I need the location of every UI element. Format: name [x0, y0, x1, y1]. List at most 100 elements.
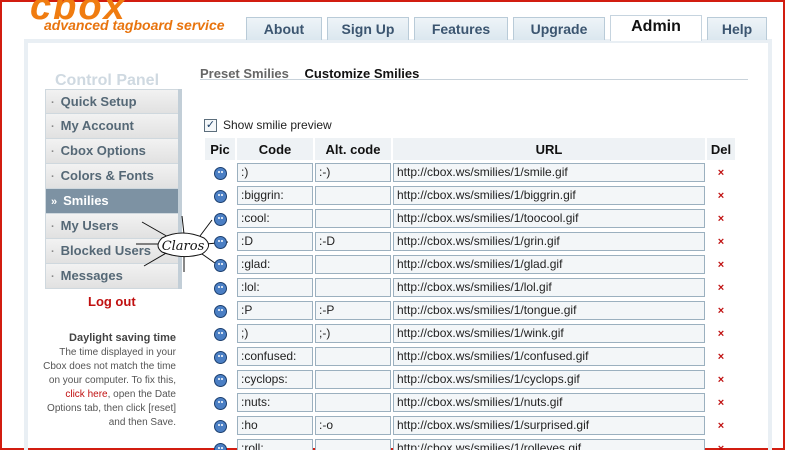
menu-item-quick-setup[interactable]: · Quick Setup — [45, 89, 179, 114]
alt-code-input[interactable] — [315, 439, 391, 450]
url-input[interactable]: http://cbox.ws/smilies/1/biggrin.gif — [393, 186, 705, 205]
url-input[interactable]: http://cbox.ws/smilies/1/nuts.gif — [393, 393, 705, 412]
url-input[interactable]: http://cbox.ws/smilies/1/rolleyes.gif — [393, 439, 705, 450]
alt-code-cell — [315, 369, 391, 390]
smiley-icon — [213, 166, 227, 180]
pic-cell — [205, 162, 235, 183]
alt-code-cell — [315, 438, 391, 450]
delete-icon[interactable]: × — [707, 162, 735, 183]
tab-features[interactable]: Features — [414, 17, 508, 40]
delete-icon[interactable]: × — [707, 277, 735, 298]
alt-code-input[interactable]: ;-) — [315, 324, 391, 343]
code-input[interactable]: :glad: — [237, 255, 313, 274]
alt-code-input[interactable] — [315, 255, 391, 274]
url-cell: http://cbox.ws/smilies/1/glad.gif — [393, 254, 705, 275]
table-row: :cyclops: http://cbox.ws/smilies/1/cyclop… — [205, 369, 735, 390]
url-input[interactable]: http://cbox.ws/smilies/1/tongue.gif — [393, 301, 705, 320]
url-input[interactable]: http://cbox.ws/smilies/1/confused.gif — [393, 347, 705, 366]
code-input[interactable]: :roll: — [237, 439, 313, 450]
bullet-icon: · — [51, 121, 55, 133]
menu-item-label: My Users — [60, 218, 119, 233]
code-input[interactable]: :) — [237, 163, 313, 182]
delete-icon[interactable]: × — [707, 369, 735, 390]
code-input[interactable]: :cyclops: — [237, 370, 313, 389]
code-input[interactable]: :P — [237, 301, 313, 320]
code-input[interactable]: :confused: — [237, 347, 313, 366]
delete-icon[interactable]: × — [707, 300, 735, 321]
alt-code-input[interactable]: :-) — [315, 163, 391, 182]
url-input[interactable]: http://cbox.ws/smilies/1/lol.gif — [393, 278, 705, 297]
menu-item-label: My Account — [60, 118, 134, 133]
alt-code-input[interactable] — [315, 209, 391, 228]
alt-code-input[interactable] — [315, 393, 391, 412]
delete-icon[interactable]: × — [707, 346, 735, 367]
code-input[interactable]: :ho — [237, 416, 313, 435]
delete-icon[interactable]: × — [707, 254, 735, 275]
url-cell: http://cbox.ws/smilies/1/surprised.gif — [393, 415, 705, 436]
menu-item-cbox-options[interactable]: · Cbox Options — [45, 139, 179, 164]
url-input[interactable]: http://cbox.ws/smilies/1/cyclops.gif — [393, 370, 705, 389]
table-row: :confused: http://cbox.ws/smilies/1/confu… — [205, 346, 735, 367]
tab-upgrade[interactable]: Upgrade — [513, 17, 605, 40]
delete-icon[interactable]: × — [707, 185, 735, 206]
logout-link[interactable]: Log out — [88, 294, 136, 309]
delete-icon[interactable]: × — [707, 438, 735, 450]
delete-icon[interactable]: × — [707, 323, 735, 344]
dst-text-part-1: The time displayed in your Cbox does not… — [43, 347, 176, 386]
url-input[interactable]: http://cbox.ws/smilies/1/grin.gif — [393, 232, 705, 251]
smiley-icon — [213, 350, 227, 364]
dst-click-here-link[interactable]: click here — [65, 389, 107, 400]
menu-item-my-account[interactable]: · My Account — [45, 114, 179, 139]
url-input[interactable]: http://cbox.ws/smilies/1/wink.gif — [393, 324, 705, 343]
tab-help[interactable]: Help — [707, 17, 767, 40]
pic-cell — [205, 438, 235, 450]
delete-icon[interactable]: × — [707, 415, 735, 436]
url-input[interactable]: http://cbox.ws/smilies/1/toocool.gif — [393, 209, 705, 228]
code-input[interactable]: :lol: — [237, 278, 313, 297]
url-input[interactable]: http://cbox.ws/smilies/1/glad.gif — [393, 255, 705, 274]
url-input[interactable]: http://cbox.ws/smilies/1/surprised.gif — [393, 416, 705, 435]
smilie-preview-toggle[interactable]: ✓ Show smilie preview — [204, 118, 332, 132]
smiley-icon — [213, 396, 227, 410]
url-input[interactable]: http://cbox.ws/smilies/1/smile.gif — [393, 163, 705, 182]
alt-code-cell — [315, 277, 391, 298]
tab-sign-up[interactable]: Sign Up — [327, 17, 409, 40]
alt-code-input[interactable]: :-D — [315, 232, 391, 251]
alt-code-input[interactable]: :-o — [315, 416, 391, 435]
code-cell: :biggrin: — [237, 185, 313, 206]
code-input[interactable]: :cool: — [237, 209, 313, 228]
smiley-icon — [213, 189, 227, 203]
alt-code-input[interactable] — [315, 186, 391, 205]
url-cell: http://cbox.ws/smilies/1/confused.gif — [393, 346, 705, 367]
table-row: :):-) http://cbox.ws/smilies/1/smile.gif × — [205, 162, 735, 183]
code-input[interactable]: ;) — [237, 324, 313, 343]
bullet-icon: · — [51, 171, 55, 183]
alt-code-input[interactable] — [315, 278, 391, 297]
header-pic: Pic — [205, 138, 235, 160]
table-row: :D:-D http://cbox.ws/smilies/1/grin.gif × — [205, 231, 735, 252]
alt-code-cell: ;-) — [315, 323, 391, 344]
dst-title: Daylight saving time — [69, 332, 176, 344]
menu-item-label: Colors & Fonts — [60, 168, 154, 183]
code-input[interactable]: :D — [237, 232, 313, 251]
tab-about[interactable]: About — [246, 17, 322, 40]
smiley-icon — [213, 235, 227, 249]
alt-code-input[interactable] — [315, 370, 391, 389]
alt-code-cell — [315, 346, 391, 367]
bullet-icon: · — [51, 246, 55, 258]
code-input[interactable]: :biggrin: — [237, 186, 313, 205]
url-cell: http://cbox.ws/smilies/1/nuts.gif — [393, 392, 705, 413]
delete-icon[interactable]: × — [707, 208, 735, 229]
smiley-icon — [213, 373, 227, 387]
delete-icon[interactable]: × — [707, 231, 735, 252]
tab-admin[interactable]: Admin — [610, 15, 702, 41]
code-input[interactable]: :nuts: — [237, 393, 313, 412]
preview-checkbox[interactable]: ✓ — [204, 118, 217, 132]
menu-item-colors-fonts[interactable]: · Colors & Fonts — [45, 164, 179, 189]
dst-text: The time displayed in your Cbox does not… — [42, 346, 176, 430]
alt-code-input[interactable]: :-P — [315, 301, 391, 320]
menu-item-smilies[interactable]: » Smilies — [45, 189, 179, 214]
delete-icon[interactable]: × — [707, 392, 735, 413]
alt-code-input[interactable] — [315, 347, 391, 366]
pic-cell — [205, 231, 235, 252]
